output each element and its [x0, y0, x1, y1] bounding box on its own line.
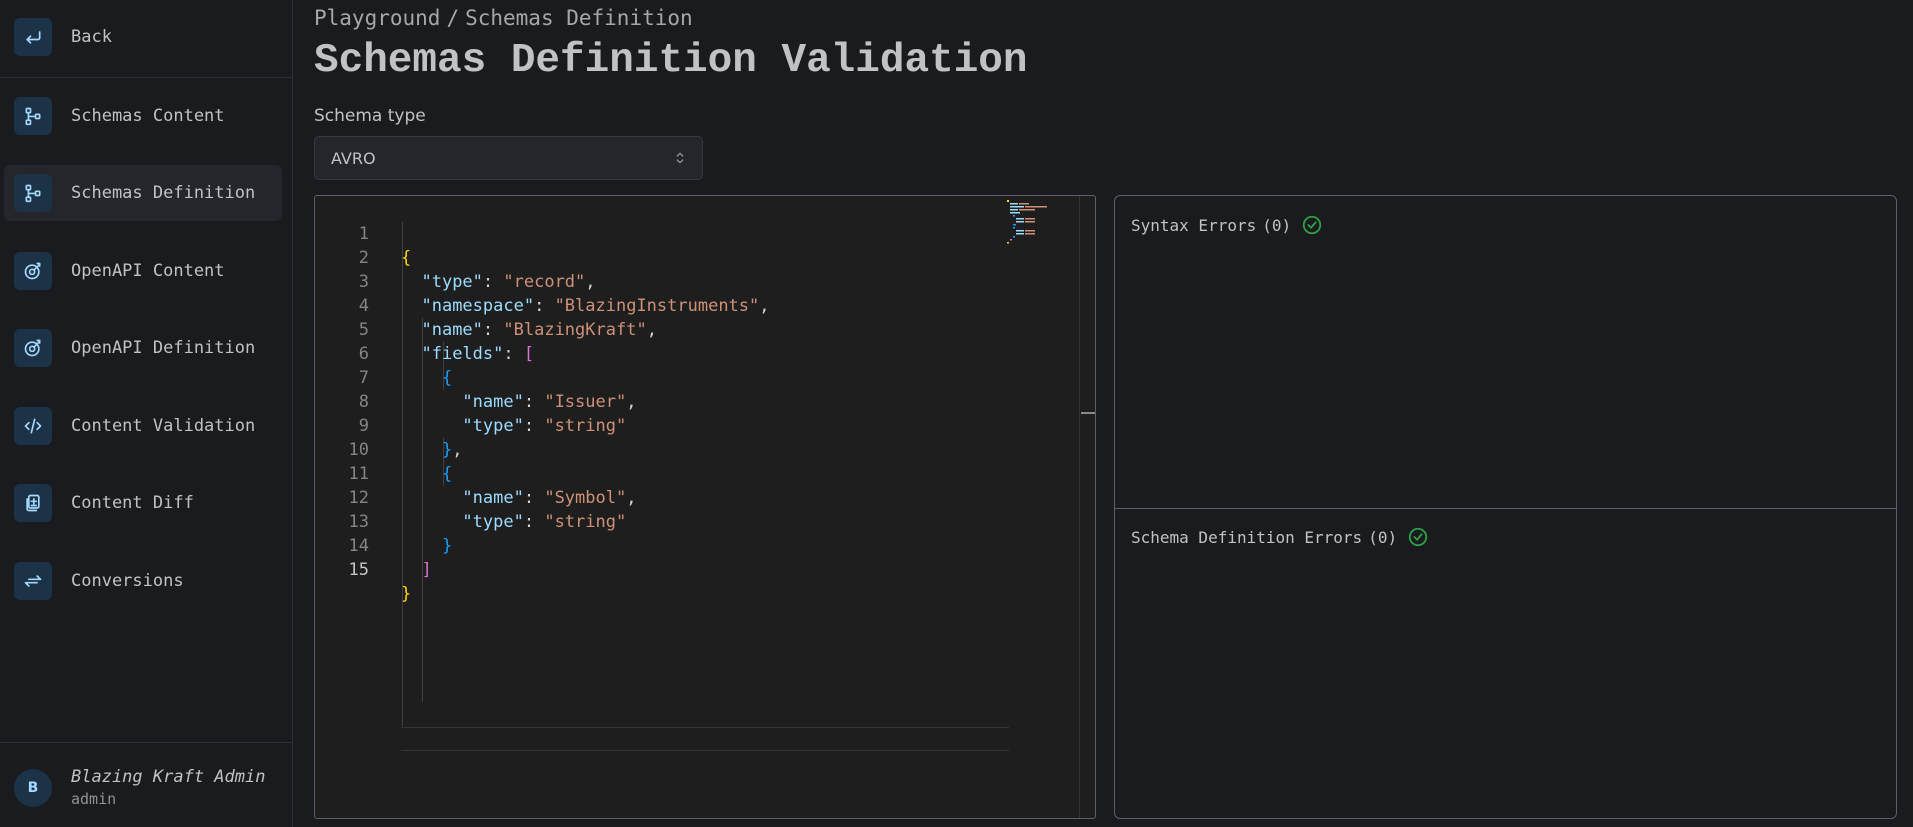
back-button[interactable]: Back [4, 9, 282, 65]
code-line: 6 { [315, 318, 1095, 388]
errors-divider [1115, 508, 1896, 509]
breadcrumb: Playground / Schemas Definition [314, 6, 693, 30]
code-line: 10 { [315, 414, 1095, 484]
user-role: admin [71, 790, 117, 808]
code-line: 13 } [315, 486, 1095, 556]
arrows-exchange-icon [14, 562, 52, 600]
code-icon [14, 407, 52, 445]
code-line: 9 }, [315, 390, 1095, 460]
sidebar-item-label: OpenAPI Content [71, 261, 225, 281]
code-line: 14 ] [315, 510, 1095, 580]
code-editor[interactable]: 1 { 2 "type": "record", 3 "namespace": "… [314, 195, 1096, 819]
code-line: 12 "type": "string" [315, 462, 1095, 532]
code-text: } [401, 584, 412, 604]
sidebar: Back Schemas Content Schemas Definition … [0, 0, 293, 827]
openapi-icon [14, 329, 52, 367]
breadcrumb-separator: / [446, 6, 460, 30]
code-line: 11 "name": "Symbol", [315, 438, 1095, 508]
sidebar-item-label: Schemas Content [71, 106, 225, 126]
sidebar-item-label: Conversions [71, 571, 184, 591]
code-text: ] [421, 560, 432, 580]
sidebar-divider [0, 77, 292, 78]
schema-definition-errors-count: (0) [1368, 527, 1398, 547]
editor-minimap[interactable] [1005, 198, 1087, 818]
editor-scrollbar[interactable] [1079, 196, 1080, 818]
current-line-highlight [401, 727, 1009, 751]
sidebar-item-openapi-definition[interactable]: OpenAPI Definition [4, 320, 282, 376]
sidebar-item-content-diff[interactable]: Content Diff [4, 475, 282, 531]
breadcrumb-item-playground[interactable]: Playground [314, 6, 440, 30]
file-diff-icon [14, 484, 52, 522]
schema-icon [14, 97, 52, 135]
sidebar-item-conversions[interactable]: Conversions [4, 553, 282, 609]
errors-panel: Syntax Errors (0) Schema Definition Erro… [1114, 195, 1897, 819]
schema-icon [14, 174, 52, 212]
check-circle-icon [1301, 214, 1323, 236]
back-label: Back [71, 27, 112, 47]
user-name: Blazing Kraft Admin [71, 767, 266, 787]
code-line: 1 { [315, 198, 1095, 268]
sidebar-item-schemas-definition[interactable]: Schemas Definition [4, 165, 282, 221]
back-arrow-icon [14, 18, 52, 56]
sidebar-item-label: Schemas Definition [71, 183, 256, 203]
code-line: 2 "type": "record", [315, 222, 1095, 292]
schema-type-label: Schema type [314, 106, 426, 126]
sidebar-item-label: Content Diff [71, 493, 194, 513]
schema-definition-errors-label: Schema Definition Errors [1131, 527, 1363, 547]
schema-type-select[interactable]: AVRO [314, 136, 703, 180]
avatar: B [14, 769, 52, 807]
sidebar-item-openapi-content[interactable]: OpenAPI Content [4, 243, 282, 299]
syntax-errors-count: (0) [1262, 215, 1292, 235]
syntax-errors-header: Syntax Errors (0) [1131, 214, 1323, 236]
user-menu[interactable]: B Blazing Kraft Admin admin [14, 766, 265, 810]
code-line: 8 "type": "string" [315, 366, 1095, 436]
code-line: 4 "name": "BlazingKraft", [315, 270, 1095, 340]
sidebar-divider [0, 742, 292, 743]
chevron-updown-icon [672, 150, 688, 170]
openapi-icon [14, 252, 52, 290]
schema-type-value: AVRO [331, 148, 376, 168]
sidebar-item-schemas-content[interactable]: Schemas Content [4, 88, 282, 144]
schema-definition-errors-header: Schema Definition Errors (0) [1131, 526, 1429, 548]
code-line: 7 "name": "Issuer", [315, 342, 1095, 412]
line-number: 15 [348, 560, 369, 580]
code-line: 5 "fields": [ [315, 294, 1095, 364]
page-title: Schemas Definition Validation [314, 38, 1028, 84]
sidebar-item-label: OpenAPI Definition [71, 338, 256, 358]
scrollbar-thumb[interactable] [1081, 412, 1095, 414]
check-circle-icon [1407, 526, 1429, 548]
sidebar-item-content-validation[interactable]: Content Validation [4, 398, 282, 454]
syntax-errors-label: Syntax Errors [1131, 215, 1257, 235]
sidebar-item-label: Content Validation [71, 416, 256, 436]
code-line: 15 } [315, 534, 1095, 604]
code-line: 3 "namespace": "BlazingInstruments", [315, 246, 1095, 316]
breadcrumb-item-current: Schemas Definition [465, 6, 693, 30]
